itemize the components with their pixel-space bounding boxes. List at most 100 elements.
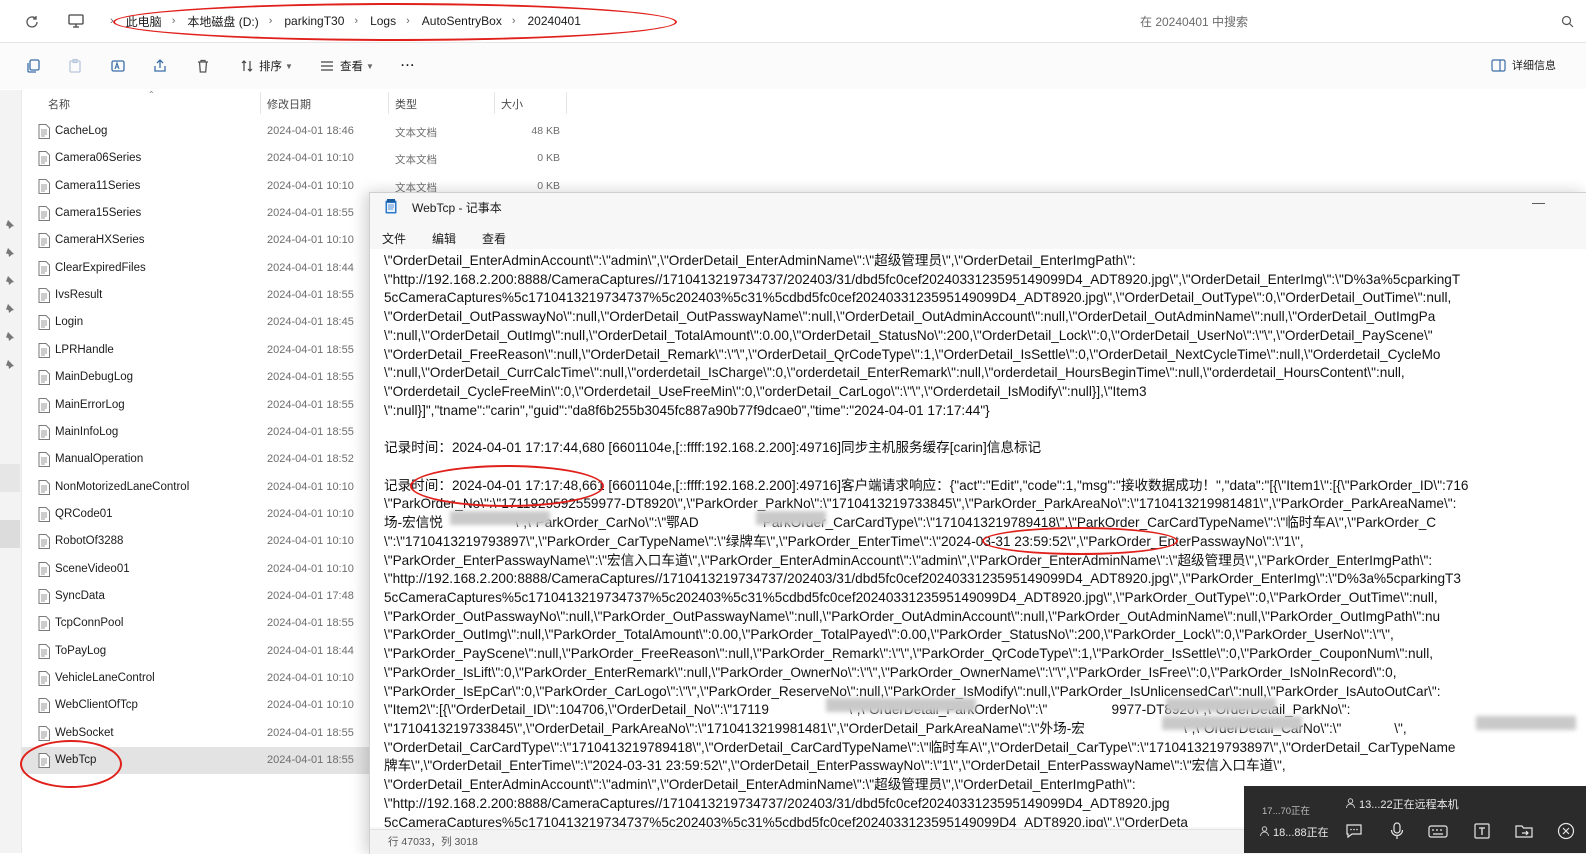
sort-ascending-icon: ⌃ xyxy=(148,90,155,99)
file-name: ToPayLog xyxy=(55,644,107,657)
file-name: MainDebugLog xyxy=(55,371,134,384)
text-file-icon xyxy=(38,561,50,577)
text-file-icon xyxy=(38,424,50,440)
remote-peer-text: 18...88正在 xyxy=(1273,827,1329,839)
sort-label: 排序 xyxy=(259,61,282,73)
text-line: 5cCameraCaptures%5c1710413219734737%5c20… xyxy=(384,814,1188,827)
delete-icon[interactable] xyxy=(194,57,212,75)
sort-icon xyxy=(240,59,254,73)
breadcrumb: › 此电脑 › 本地磁盘 (D:) › parkingT30 › Logs › … xyxy=(100,11,581,31)
remote-peer-label: 17...70正在 xyxy=(1262,806,1311,817)
column-header-name[interactable]: 名称 xyxy=(48,96,70,111)
pin-icon[interactable] xyxy=(4,330,16,342)
file-name: ManualOperation xyxy=(55,453,144,466)
file-name: MainErrorLog xyxy=(55,398,125,411)
column-header-row: ⌃ 名称 修改日期 类型 大小 xyxy=(22,90,622,116)
refresh-icon[interactable] xyxy=(22,12,42,32)
text-file-icon xyxy=(38,643,50,659)
breadcrumb-autosentrybox[interactable]: AutoSentryBox xyxy=(422,14,502,28)
breadcrumb-20240401[interactable]: 20240401 xyxy=(528,14,581,28)
column-divider[interactable] xyxy=(388,92,389,114)
chevron-down-icon: ▼ xyxy=(366,61,374,71)
close-icon[interactable] xyxy=(1556,822,1576,840)
text-file-icon xyxy=(38,588,50,604)
file-modified-date: 2024-04-01 18:55 xyxy=(267,617,354,630)
notepad-title: WebTcp - 记事本 xyxy=(412,201,502,215)
text-line: \":\"1710413219793897\",\"ParkOrder_CarT… xyxy=(384,533,1304,549)
view-button[interactable]: 查看 ▼ xyxy=(320,57,374,75)
search-placeholder: 在 20240401 中搜索 xyxy=(1140,14,1249,29)
file-modified-date: 2024-04-01 18:44 xyxy=(267,644,354,657)
cursor-position: 行 47033，列 3018 xyxy=(388,836,478,848)
file-row[interactable]: CacheLog 2024-04-01 18:46 文本文档 48 KB xyxy=(22,118,1022,145)
menu-edit[interactable]: 编辑 xyxy=(432,230,456,247)
file-name: RobotOf3288 xyxy=(55,535,124,548)
paste-icon[interactable] xyxy=(66,57,84,75)
microphone-icon[interactable] xyxy=(1387,822,1407,840)
text-file-icon xyxy=(38,506,50,522)
column-divider[interactable] xyxy=(260,92,261,114)
menu-view[interactable]: 查看 xyxy=(482,230,506,247)
text-file-icon xyxy=(38,671,50,686)
notepad-text-area[interactable]: \"OrderDetail_EnterAdminAccount\":\"admi… xyxy=(370,249,1586,827)
text-line: \":null}]","tname":"carin","guid":"da8f6… xyxy=(384,402,990,418)
more-options-button[interactable]: ··· xyxy=(401,57,416,75)
breadcrumb-this-pc[interactable]: 此电脑 xyxy=(126,13,162,30)
share-icon[interactable] xyxy=(151,57,169,75)
text-line: 记录时间：2024-04-01 17:17:44,680 [6601104e,[… xyxy=(384,440,1042,456)
notepad-titlebar[interactable]: WebTcp - 记事本 — xyxy=(370,193,1586,221)
search-input[interactable]: 在 20240401 中搜索 xyxy=(1126,6,1578,36)
file-modified-date: 2024-04-01 10:10 xyxy=(267,480,354,493)
details-label: 详细信息 xyxy=(1512,60,1556,72)
this-pc-icon[interactable] xyxy=(66,12,86,30)
chat-icon[interactable] xyxy=(1344,822,1364,840)
keyboard-icon[interactable] xyxy=(1428,822,1448,840)
copy-icon[interactable] xyxy=(24,57,42,75)
menu-file[interactable]: 文件 xyxy=(382,230,406,247)
column-divider[interactable] xyxy=(566,92,567,114)
file-name: WebSocket xyxy=(55,726,114,739)
text-line: 5cCameraCaptures%5c1710413219734737%5c20… xyxy=(384,290,1452,306)
redacted-region xyxy=(826,698,976,712)
details-pane-button[interactable]: 详细信息 xyxy=(1491,57,1556,73)
address-bar: › 此电脑 › 本地磁盘 (D:) › parkingT30 › Logs › … xyxy=(0,0,1586,43)
redacted-region xyxy=(1162,716,1302,730)
minimize-button[interactable]: — xyxy=(1532,195,1545,210)
file-modified-date: 2024-04-01 18:55 xyxy=(267,425,354,438)
text-input-icon[interactable] xyxy=(1472,822,1492,840)
breadcrumb-local-disk-d[interactable]: 本地磁盘 (D:) xyxy=(187,13,258,30)
breadcrumb-parkingt30[interactable]: parkingT30 xyxy=(284,14,344,28)
column-header-date[interactable]: 修改日期 xyxy=(267,96,311,111)
user-icon xyxy=(1346,798,1355,808)
breadcrumb-logs[interactable]: Logs xyxy=(370,14,396,28)
file-modified-date: 2024-04-01 10:10 xyxy=(267,672,354,684)
chevron-right-icon: › xyxy=(171,15,176,27)
file-transfer-icon[interactable] xyxy=(1514,822,1534,840)
search-icon[interactable] xyxy=(1560,14,1574,28)
nav-item[interactable] xyxy=(0,464,20,492)
notepad-window: WebTcp - 记事本 — 文件 编辑 查看 \"OrderDetail_En… xyxy=(369,192,1586,854)
file-modified-date: 2024-04-01 18:46 xyxy=(267,125,354,137)
remote-peer-text: 13...22正在远程本机 xyxy=(1359,799,1459,811)
navigation-pane xyxy=(0,90,22,853)
file-size: 48 KB xyxy=(531,125,560,137)
text-file-icon xyxy=(38,698,50,714)
column-header-type[interactable]: 类型 xyxy=(395,96,417,111)
sort-button[interactable]: 排序 ▼ xyxy=(240,57,293,75)
rename-icon[interactable] xyxy=(109,57,127,75)
nav-item-selected[interactable] xyxy=(0,520,20,548)
file-modified-date: 2024-04-01 18:55 xyxy=(267,343,354,356)
pin-icon[interactable] xyxy=(4,302,16,314)
text-line: \"ParkOrder_IsLift\":0,\"ParkOrder_Enter… xyxy=(384,664,1397,680)
pin-icon[interactable] xyxy=(4,358,16,370)
column-header-size[interactable]: 大小 xyxy=(501,96,523,111)
pin-icon[interactable] xyxy=(4,218,16,230)
file-name: NonMotorizedLaneControl xyxy=(55,480,190,493)
file-modified-date: 2024-04-01 10:10 xyxy=(267,699,354,712)
pin-icon[interactable] xyxy=(4,246,16,258)
column-divider[interactable] xyxy=(494,92,495,114)
file-row[interactable]: Camera06Series 2024-04-01 10:10 文本文档 0 KB xyxy=(22,145,1022,172)
file-modified-date: 2024-04-01 18:55 xyxy=(267,754,354,767)
file-name: CameraHXSeries xyxy=(55,234,145,247)
pin-icon[interactable] xyxy=(4,274,16,286)
